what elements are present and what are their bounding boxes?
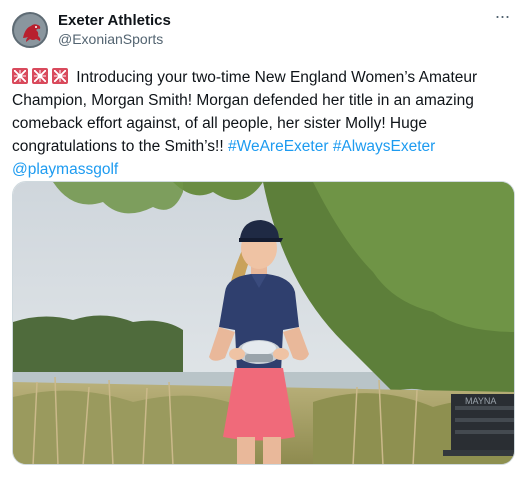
tweet-photo[interactable]: MAYNA xyxy=(12,181,515,465)
tweet-card[interactable]: Exeter Athletics @ExonianSports ··· Intr… xyxy=(0,0,527,477)
exeter-flag-emoji-icon xyxy=(32,68,48,84)
photo-golfer-with-trophy: MAYNA xyxy=(13,182,514,464)
author-handle[interactable]: @ExonianSports xyxy=(58,31,163,47)
exeter-flag-emoji-icon xyxy=(52,68,68,84)
hashtag-link[interactable]: #WeAreExeter xyxy=(228,138,329,155)
more-options-icon[interactable]: ··· xyxy=(491,7,513,28)
avatar[interactable] xyxy=(12,12,48,48)
hashtag-link[interactable]: #AlwaysExeter xyxy=(333,138,436,155)
tweet-text: Introducing your two-time New England Wo… xyxy=(12,66,508,181)
exeter-flag-emoji-icon xyxy=(12,68,28,84)
author-display-name[interactable]: Exeter Athletics xyxy=(58,12,171,29)
bench-plaque-text: MAYNA xyxy=(465,396,496,406)
exeter-lion-logo-icon xyxy=(14,14,46,46)
mention-link[interactable]: @playmassgolf xyxy=(12,161,118,178)
